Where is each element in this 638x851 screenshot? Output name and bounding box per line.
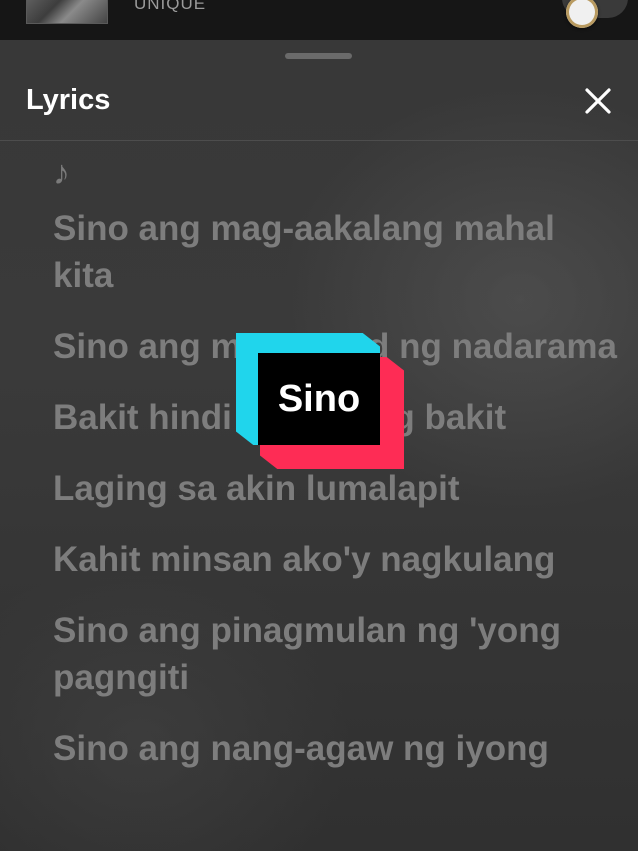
sheet-title: Lyrics	[26, 84, 111, 116]
lyric-line: Sino ang pinagmulan ng 'yong pagngiti	[53, 611, 562, 697]
close-icon	[585, 88, 611, 114]
watermark-text: Sino	[277, 378, 361, 420]
album-thumbnail[interactable]	[26, 0, 108, 24]
artist-name: UNIQUE	[134, 0, 207, 13]
tiktok-watermark: Sino	[236, 333, 404, 469]
toggle-switch[interactable]	[562, 0, 628, 28]
now-playing-bar[interactable]: UNIQUE	[0, 0, 638, 40]
lyric-line: Sino ang nang-agaw ng iyong	[53, 729, 549, 768]
close-button[interactable]	[580, 83, 616, 119]
lyrics-screen: UNIQUE Lyrics ♪ Sino ang mag-aakalang ma…	[0, 0, 638, 851]
lyric-line: Kahit minsan ako'y nagkulang	[53, 540, 556, 579]
lyric-line: Laging sa akin lumalapit	[53, 469, 460, 508]
music-note-icon: ♪	[53, 154, 70, 192]
header-divider	[0, 140, 638, 141]
drag-handle[interactable]	[285, 53, 352, 59]
toggle-knob[interactable]	[566, 0, 598, 28]
lyric-line: Sino ang mag-aakalang mahal kita	[53, 209, 555, 295]
